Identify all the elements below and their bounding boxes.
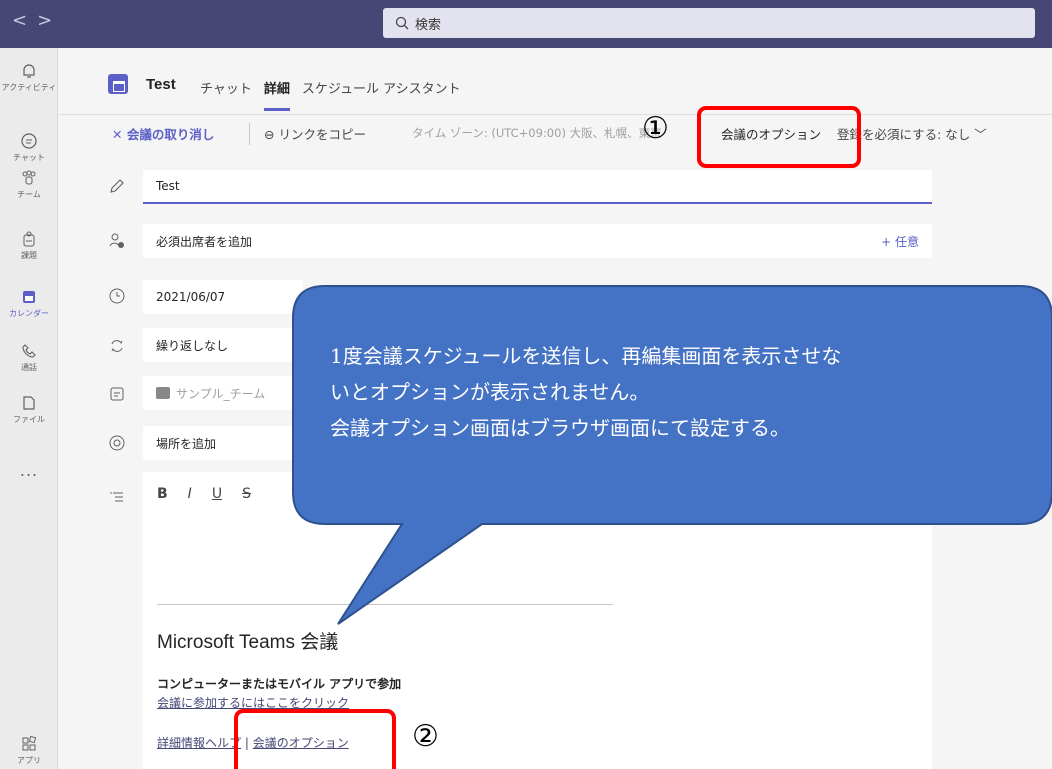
- optional-attendee-button[interactable]: + 任意: [881, 233, 919, 250]
- link-icon: ⊖: [264, 127, 279, 142]
- meeting-header: Test チャット 詳細 スケジュール アシスタント ✕ 会議の取り消し ⊖ リ…: [59, 48, 1052, 156]
- pencil-icon: [110, 179, 124, 193]
- help-link[interactable]: 詳細情報ヘルプ: [157, 736, 241, 750]
- callout-text: 1度会議スケジュールを送信し、再編集画面を表示させな いとオプションが表示されま…: [330, 338, 1030, 446]
- italic-button[interactable]: I: [188, 486, 192, 502]
- divider: [157, 604, 613, 605]
- annotation-number-2: ②: [412, 719, 439, 754]
- forward-button[interactable]: >: [37, 10, 62, 31]
- clock-icon: [109, 288, 125, 304]
- search-placeholder: 検索: [415, 17, 442, 33]
- title-input[interactable]: Test: [143, 170, 932, 204]
- repeat-value: 繰り返しなし: [156, 338, 229, 353]
- assignments-icon: [23, 231, 35, 247]
- start-date-picker[interactable]: 2021/06/07: [143, 280, 303, 314]
- details-icon: [110, 492, 123, 502]
- teams-icon: [22, 170, 36, 185]
- attendees-placeholder: 必須出席者を追加: [156, 234, 253, 249]
- rail-label: アプリ: [17, 756, 41, 765]
- cancel-meeting-label: 会議の取り消し: [126, 127, 215, 142]
- meeting-form: Test 必須出席者を追加 + 任意 2021/06/07 繰り返しなし サンプ…: [59, 156, 1052, 769]
- annotation-number-1: ①: [642, 111, 669, 146]
- phone-icon: [22, 344, 36, 358]
- start-date-value: 2021/06/07: [156, 290, 226, 304]
- tab-details[interactable]: 詳細: [263, 78, 290, 111]
- bell-icon: [23, 64, 35, 78]
- calendar-icon: [23, 291, 35, 303]
- search-icon: [395, 16, 409, 30]
- channel-value: サンプル_チーム: [176, 386, 266, 401]
- back-button[interactable]: <: [12, 10, 37, 31]
- strikethrough-button[interactable]: S: [242, 486, 251, 502]
- join-heading: コンピューターまたはモバイル アプリで参加: [157, 677, 402, 691]
- rail-item-activity[interactable]: アクティビティ: [0, 62, 58, 93]
- timezone-selector[interactable]: タイム ゾーン: (UTC+09:00) 大阪、札幌、東京: [412, 125, 662, 141]
- cancel-meeting-button[interactable]: ✕ 会議の取り消し: [112, 124, 214, 143]
- format-toolbar: B I U S: [157, 486, 251, 502]
- channel-selector[interactable]: サンプル_チーム: [143, 376, 303, 410]
- meeting-toolbar: ✕ 会議の取り消し ⊖ リンクをコピー タイム ゾーン: (UTC+09:00)…: [59, 114, 1052, 154]
- repeat-icon: [111, 340, 123, 352]
- highlight-box-options-link: [234, 709, 396, 769]
- tab-chat[interactable]: チャット: [200, 78, 252, 97]
- search-box[interactable]: 検索: [383, 8, 1035, 38]
- callout-line-1: 1度会議スケジュールを送信し、再編集画面を表示させな: [330, 344, 842, 368]
- rail-label: アクティビティ: [1, 83, 57, 92]
- teams-meeting-heading: Microsoft Teams 会議: [157, 632, 339, 653]
- meeting-title: Test: [146, 76, 176, 93]
- close-icon: ✕: [112, 127, 127, 142]
- channel-icon: [110, 387, 124, 401]
- chat-icon: [21, 133, 37, 149]
- nav-arrows: <>: [12, 10, 62, 31]
- title-value: Test: [156, 179, 180, 193]
- underline-button[interactable]: U: [212, 486, 222, 502]
- rail-label: カレンダー: [9, 309, 49, 318]
- rail-item-chat[interactable]: チャット: [0, 132, 58, 163]
- add-attendee-icon: [109, 233, 124, 248]
- rail-label: ファイル: [13, 415, 45, 424]
- chevron-down-icon: ﹀: [974, 127, 987, 142]
- location-input[interactable]: 場所を追加: [143, 426, 303, 460]
- callout-line-2: いとオプションが表示されません。: [330, 380, 650, 404]
- copy-link-label: リンクをコピー: [278, 127, 366, 142]
- rail-item-apps[interactable]: アプリ: [0, 735, 58, 766]
- apps-icon: [22, 735, 37, 751]
- location-icon: [109, 435, 125, 451]
- repeat-dropdown[interactable]: 繰り返しなし: [143, 328, 303, 362]
- rail-item-files[interactable]: ファイル: [0, 394, 58, 425]
- file-icon: [23, 396, 35, 410]
- bold-button[interactable]: B: [157, 486, 168, 502]
- callout-line-3: 会議オプション画面はブラウザ画面にて設定する。: [330, 416, 790, 440]
- highlight-box-options: [697, 106, 861, 168]
- location-placeholder: 場所を追加: [156, 436, 217, 451]
- rail-label: 通話: [21, 363, 37, 372]
- rail-label: 課題: [21, 251, 37, 260]
- copy-link-button[interactable]: ⊖ リンクをコピー: [264, 124, 366, 143]
- rail-item-calls[interactable]: 通話: [0, 342, 58, 373]
- tab-bar: チャット 詳細 スケジュール アシスタント: [200, 78, 461, 111]
- app-rail: アクティビティ チャット チーム 課題 カレンダー 通話 ファイル ... アプ…: [0, 48, 58, 769]
- rail-label: チャット: [13, 153, 45, 162]
- toolbar-divider: [249, 123, 250, 145]
- team-icon: [156, 387, 170, 399]
- more-apps-button[interactable]: ...: [0, 461, 58, 480]
- attendees-input[interactable]: 必須出席者を追加 + 任意: [143, 224, 932, 258]
- rail-item-assignments[interactable]: 課題: [0, 230, 58, 261]
- tab-scheduling-assistant[interactable]: スケジュール アシスタント: [302, 78, 461, 97]
- calendar-icon: [108, 74, 128, 94]
- rail-label: チーム: [17, 190, 41, 199]
- rail-item-calendar[interactable]: カレンダー: [0, 288, 58, 319]
- rail-item-teams[interactable]: チーム: [0, 169, 58, 200]
- title-bar: <> 検索: [0, 0, 1052, 48]
